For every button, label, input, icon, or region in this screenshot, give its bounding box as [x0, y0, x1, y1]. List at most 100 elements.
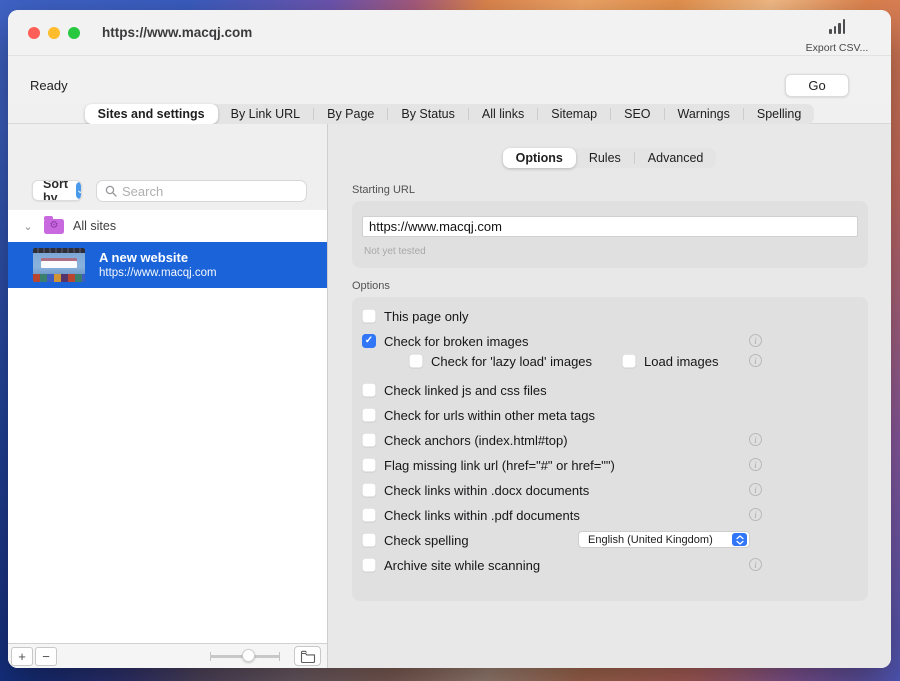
checkbox[interactable] — [409, 354, 423, 368]
settings-panel: OptionsRulesAdvanced Starting URL Not ye… — [328, 124, 891, 668]
info-icon[interactable]: i — [749, 354, 762, 367]
info-icon[interactable]: i — [749, 458, 762, 471]
minimize-window-button[interactable] — [48, 26, 60, 39]
option-row: Check links within .docx documents i — [362, 480, 858, 500]
options-label: Options — [352, 280, 390, 292]
checkbox[interactable] — [362, 558, 376, 572]
search-icon — [105, 185, 117, 197]
info-icon[interactable]: i — [749, 558, 762, 571]
checkbox-label: Check spelling — [384, 532, 469, 548]
info-icon[interactable]: i — [749, 433, 762, 446]
option-row: ✓ Check for broken images i — [362, 331, 858, 351]
export-csv-button[interactable]: Export CSV... — [801, 19, 873, 54]
toolbar: Ready Go — [8, 56, 891, 104]
tab-by-page[interactable]: By Page — [314, 104, 387, 124]
bar-chart-icon — [829, 19, 845, 34]
checkbox[interactable] — [362, 309, 376, 323]
tab-sites-and-settings[interactable]: Sites and settings — [84, 104, 218, 124]
export-csv-label: Export CSV... — [805, 42, 869, 54]
tab-warnings[interactable]: Warnings — [665, 104, 743, 124]
panel-tab-bar: Options Rules Advanced — [328, 148, 891, 168]
zoom-window-button[interactable] — [68, 26, 80, 39]
status-text: Ready — [30, 77, 68, 93]
checkbox[interactable] — [362, 433, 376, 447]
slider-thumb[interactable] — [241, 649, 255, 662]
desktop-wallpaper: https://www.macqj.com Export CSV... Read… — [0, 0, 900, 681]
checkbox[interactable]: ✓ — [362, 334, 376, 348]
sort-by-label: Sort by... — [43, 180, 68, 201]
checkbox-label: Check anchors (index.html#top) — [384, 432, 568, 448]
info-icon[interactable]: i — [749, 483, 762, 496]
chevron-down-icon: ⌄ — [76, 182, 81, 199]
panel-tabs-segmented-control: Options Rules Advanced — [502, 148, 717, 168]
disclosure-chevron-icon[interactable]: ⌄ — [20, 220, 36, 233]
panel-tab-advanced[interactable]: Advanced — [635, 148, 717, 168]
checkbox-label: Check linked js and css files — [384, 382, 547, 398]
option-row: Check linked js and css files — [362, 380, 858, 400]
checkbox[interactable] — [362, 483, 376, 497]
search-input[interactable] — [122, 183, 298, 199]
checkbox[interactable] — [362, 458, 376, 472]
starting-url-group: Not yet tested — [352, 201, 868, 268]
content-area: Sort by... ⌄ ⌄ ⚙ — [8, 124, 891, 668]
tab-seo[interactable]: SEO — [611, 104, 663, 124]
tab-sitemap[interactable]: Sitemap — [538, 104, 610, 124]
reveal-folder-button[interactable] — [294, 646, 321, 666]
option-row: Check spelling English (United Kingdom) — [362, 530, 858, 550]
checkbox[interactable] — [362, 383, 376, 397]
tab-by-status[interactable]: By Status — [388, 104, 468, 124]
site-meta: A new website https://www.macqj.com — [99, 249, 217, 281]
option-sub-item: Check for 'lazy load' images — [409, 354, 592, 369]
sidebar: Sort by... ⌄ ⌄ ⚙ — [8, 124, 328, 668]
tab-all-links[interactable]: All links — [469, 104, 537, 124]
window-title: https://www.macqj.com — [102, 25, 253, 40]
info-icon[interactable]: i — [749, 508, 762, 521]
checkbox-label: Check links within .pdf documents — [384, 507, 580, 523]
site-url: https://www.macqj.com — [99, 267, 217, 279]
all-sites-group-row[interactable]: ⌄ ⚙ All sites — [8, 210, 327, 242]
all-sites-label: All sites — [73, 219, 117, 233]
site-thumbnail — [33, 248, 85, 282]
option-row: Flag missing link url (href="#" or href=… — [362, 455, 858, 475]
option-row: Check links within .pdf documents i — [362, 505, 858, 525]
folder-icon: ⚙ — [44, 215, 64, 234]
url-test-status: Not yet tested — [364, 246, 426, 257]
panel-tab-options[interactable]: Options — [502, 148, 576, 168]
checkbox[interactable] — [362, 408, 376, 422]
tab-spelling[interactable]: Spelling — [744, 104, 814, 124]
search-field[interactable] — [96, 180, 307, 202]
remove-site-button[interactable]: − — [35, 646, 57, 666]
gear-icon: ⚙ — [49, 220, 59, 231]
checkbox-label: Load images — [644, 353, 719, 369]
checkbox-label: This page only — [384, 308, 469, 324]
checkbox-label: Check for urls within other meta tags — [384, 407, 595, 423]
checkbox[interactable] — [362, 508, 376, 522]
selected-language-label: English (United Kingdom) — [588, 533, 713, 546]
sort-by-button[interactable]: Sort by... ⌄ — [32, 180, 82, 201]
site-list-item-selected[interactable]: A new website https://www.macqj.com — [8, 242, 327, 288]
folder-outline-icon — [300, 650, 315, 663]
info-icon[interactable]: i — [749, 334, 762, 347]
panel-tab-rules[interactable]: Rules — [576, 148, 634, 168]
site-name: A new website — [99, 250, 189, 265]
checkbox[interactable] — [622, 354, 637, 368]
checkbox[interactable] — [362, 533, 376, 547]
checkbox-label: Flag missing link url (href="#" or href=… — [384, 457, 615, 473]
add-site-button[interactable]: + — [11, 646, 33, 666]
updown-chevrons-icon — [732, 533, 747, 546]
close-window-button[interactable] — [28, 26, 40, 39]
title-bar: https://www.macqj.com Export CSV... — [8, 10, 891, 56]
starting-url-input[interactable] — [362, 216, 858, 237]
option-subrow: Check for 'lazy load' images Load images i — [362, 351, 858, 371]
thumbnail-size-slider[interactable] — [210, 649, 280, 663]
main-tabs-segmented-control: Sites and settings By Link URL By Page By S… — [84, 104, 815, 124]
options-group: This page only ✓ Check for broken images i C… — [352, 297, 868, 601]
tab-by-link-url[interactable]: By Link URL — [218, 104, 313, 124]
spelling-language-select[interactable]: English (United Kingdom) — [578, 531, 750, 548]
sites-list: ⌄ ⚙ All sites A new website https://www.… — [8, 210, 327, 643]
sidebar-bottom-bar: + − — [8, 643, 327, 668]
starting-url-label: Starting URL — [352, 184, 415, 196]
option-row: Archive site while scanning i — [362, 555, 858, 575]
option-row: Check for urls within other meta tags — [362, 405, 858, 425]
go-button[interactable]: Go — [785, 73, 849, 97]
